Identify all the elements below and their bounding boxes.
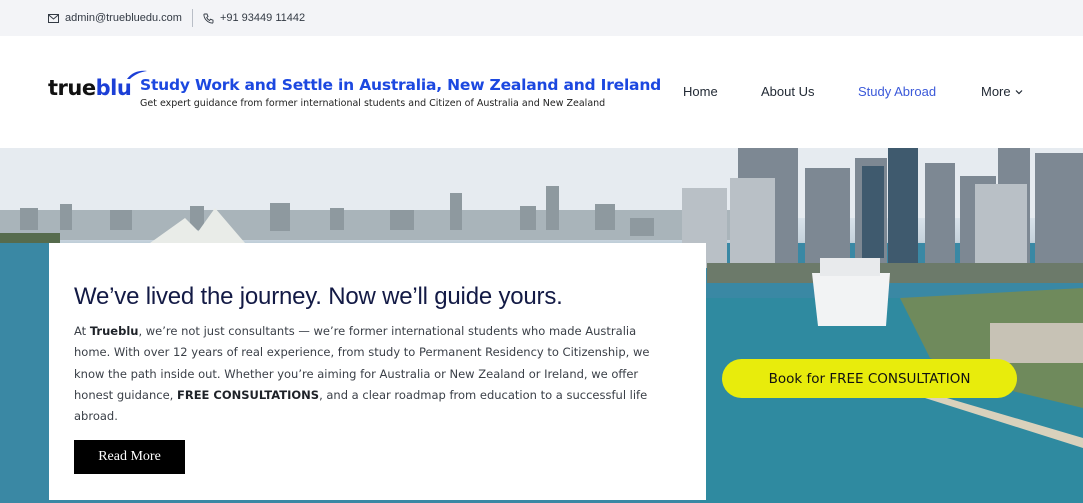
nav-study-abroad[interactable]: Study Abroad	[858, 84, 936, 99]
header-tagline: Study Work and Settle in Australia, New …	[140, 76, 661, 109]
phone-text: +91 93449 11442	[219, 12, 306, 24]
phone-contact[interactable]: +91 93449 11442	[203, 12, 305, 24]
card-body-text: At Trueblu, we’re not just consultants —…	[74, 324, 650, 424]
email-text: admin@truebluedu.com	[65, 12, 182, 24]
site-header: trueblu Study Work and Settle in Austral…	[0, 36, 1083, 148]
site-subline: Get expert guidance from former internat…	[140, 98, 606, 109]
read-more-button[interactable]: Read More	[74, 440, 185, 474]
site-headline: Study Work and Settle in Australia, New …	[140, 76, 662, 94]
mail-icon	[48, 13, 59, 23]
logo-text-true: true	[48, 76, 96, 100]
nav-more-label: More	[981, 84, 1011, 99]
chevron-down-icon	[1015, 89, 1023, 94]
trueblu-logo[interactable]: trueblu	[48, 70, 147, 100]
card-heading: We’ve lived the journey. Now we’ll guide…	[74, 283, 563, 310]
intro-card: We’ve lived the journey. Now we’ll guide…	[49, 243, 706, 500]
top-contact-bar: admin@truebluedu.com +91 93449 11442	[0, 0, 1083, 36]
email-contact[interactable]: admin@truebluedu.com	[48, 12, 182, 24]
phone-icon	[203, 13, 214, 24]
book-free-consultation-button[interactable]: Book for FREE CONSULTATION	[722, 359, 1017, 398]
nav-more[interactable]: More	[981, 84, 1023, 99]
nav-home[interactable]: Home	[683, 84, 718, 99]
nav-about-us[interactable]: About Us	[761, 84, 814, 99]
topbar-divider	[191, 9, 193, 27]
hero-section: We’ve lived the journey. Now we’ll guide…	[0, 148, 1083, 503]
